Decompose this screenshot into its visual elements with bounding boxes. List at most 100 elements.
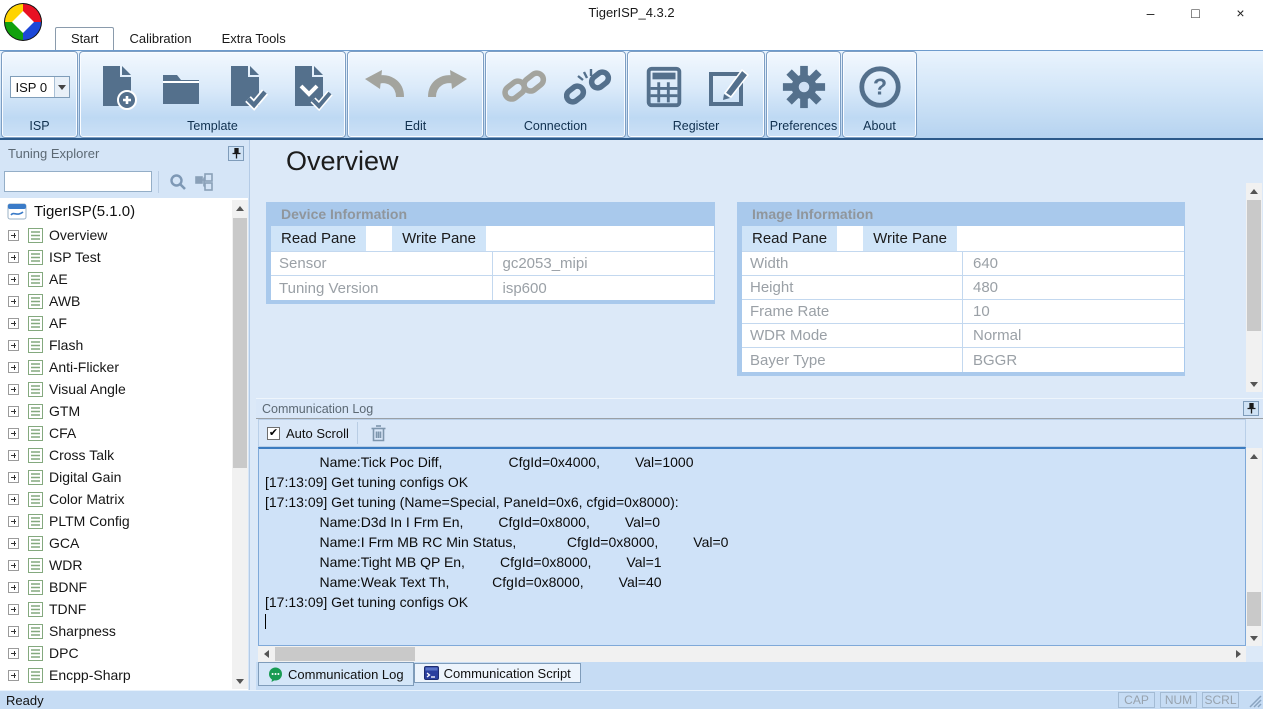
expand-icon[interactable] (8, 362, 19, 373)
expand-icon[interactable] (8, 450, 19, 461)
expand-icon[interactable] (8, 428, 19, 439)
connect-link-icon[interactable] (495, 55, 553, 119)
close-button[interactable]: × (1218, 0, 1263, 26)
tree-item-dpc[interactable]: DPC (0, 642, 248, 664)
tab-calibration[interactable]: Calibration (114, 28, 206, 50)
scrollbar-thumb[interactable] (1247, 200, 1261, 331)
tree-item-sharpness[interactable]: Sharpness (0, 620, 248, 642)
ribbon: ISP 0 ISP (0, 50, 1263, 140)
tree-item-pltm-config[interactable]: PLTM Config (0, 510, 248, 532)
tree-filter-icon[interactable] (191, 170, 217, 194)
tree-item-gtm[interactable]: GTM (0, 400, 248, 422)
expand-icon[interactable] (8, 318, 19, 329)
log-scrollbar-vertical[interactable] (1246, 448, 1262, 646)
search-input[interactable] (4, 171, 152, 192)
tab-extra-tools[interactable]: Extra Tools (207, 28, 301, 50)
tree-item-color-matrix[interactable]: Color Matrix (0, 488, 248, 510)
scroll-up-icon[interactable] (1246, 183, 1262, 199)
scroll-up-icon[interactable] (1246, 448, 1262, 464)
expand-icon[interactable] (8, 626, 19, 637)
tree-item-gca[interactable]: GCA (0, 532, 248, 554)
tree-item-cross-talk[interactable]: Cross Talk (0, 444, 248, 466)
folder-icon[interactable] (152, 55, 210, 119)
app-logo-icon (3, 2, 43, 42)
tree-item-bdnf[interactable]: BDNF (0, 576, 248, 598)
log-line: [17:13:09] Get tuning configs OK (265, 592, 1245, 612)
scrollbar-thumb[interactable] (233, 218, 247, 468)
scroll-down-icon[interactable] (1246, 376, 1262, 392)
log-scrollbar-horizontal[interactable] (258, 646, 1246, 662)
scroll-right-icon[interactable] (1230, 646, 1246, 662)
tree-item-visual-angle[interactable]: Visual Angle (0, 378, 248, 400)
scroll-up-icon[interactable] (232, 200, 248, 216)
expand-icon[interactable] (8, 538, 19, 549)
expand-icon[interactable] (8, 560, 19, 571)
tree-item-tdnf[interactable]: TDNF (0, 598, 248, 620)
tree-item-isp-test[interactable]: ISP Test (0, 246, 248, 268)
expand-icon[interactable] (8, 648, 19, 659)
minimize-button[interactable]: – (1128, 0, 1173, 26)
scrollbar-thumb[interactable] (275, 647, 415, 661)
gear-icon[interactable] (779, 55, 829, 119)
write-pane-header[interactable]: Write Pane (863, 226, 957, 251)
expand-icon[interactable] (8, 582, 19, 593)
file-check-icon[interactable] (216, 55, 274, 119)
maximize-button[interactable]: □ (1173, 0, 1218, 26)
tree-scrollbar[interactable] (232, 200, 248, 689)
scrollbar-thumb[interactable] (1247, 592, 1261, 626)
overview-scrollbar[interactable] (1246, 183, 1262, 392)
expand-icon[interactable] (8, 604, 19, 615)
question-icon[interactable]: ? (855, 55, 905, 119)
tab-communication-log[interactable]: Communication Log (258, 662, 414, 686)
tree-item-wdr[interactable]: WDR (0, 554, 248, 576)
register-edit-icon[interactable] (699, 55, 757, 119)
tab-start[interactable]: Start (55, 27, 114, 50)
tree-item-awb[interactable]: AWB (0, 290, 248, 312)
disconnect-link-icon[interactable] (559, 55, 617, 119)
pin-icon[interactable] (1243, 401, 1259, 416)
expand-icon[interactable] (8, 494, 19, 505)
trash-icon[interactable] (366, 421, 392, 445)
file-add-icon[interactable] (88, 55, 146, 119)
tree-item-anti-flicker[interactable]: Anti-Flicker (0, 356, 248, 378)
tree-item-cfa[interactable]: CFA (0, 422, 248, 444)
isp-select[interactable]: ISP 0 (10, 76, 70, 98)
scroll-down-icon[interactable] (232, 673, 248, 689)
expand-icon[interactable] (8, 384, 19, 395)
read-pane-header[interactable]: Read Pane (742, 226, 837, 251)
search-icon[interactable] (165, 170, 191, 194)
tree-item-digital-gain[interactable]: Digital Gain (0, 466, 248, 488)
tree-item-flash[interactable]: Flash (0, 334, 248, 356)
write-pane-header[interactable]: Write Pane (392, 226, 486, 251)
scroll-down-icon[interactable] (1246, 630, 1262, 646)
auto-scroll-checkbox[interactable]: ✔ (267, 427, 280, 440)
redo-icon[interactable] (419, 55, 477, 119)
tree-item-label: Visual Angle (49, 381, 126, 397)
table-row: Tuning Version isp600 (271, 276, 714, 300)
expand-icon[interactable] (8, 274, 19, 285)
expand-icon[interactable] (8, 472, 19, 483)
expand-icon[interactable] (8, 296, 19, 307)
chevron-down-icon[interactable] (54, 77, 69, 97)
row-value: isp600 (493, 276, 715, 300)
file-import-check-icon[interactable] (280, 55, 338, 119)
pin-icon[interactable] (228, 146, 244, 161)
expand-icon[interactable] (8, 230, 19, 241)
expand-icon[interactable] (8, 516, 19, 527)
expand-icon[interactable] (8, 670, 19, 681)
tree-item-ae[interactable]: AE (0, 268, 248, 290)
expand-icon[interactable] (8, 340, 19, 351)
register-table-icon[interactable] (635, 55, 693, 119)
tree-item-overview[interactable]: Overview (0, 224, 248, 246)
scroll-left-icon[interactable] (258, 646, 274, 662)
tree-item-af[interactable]: AF (0, 312, 248, 334)
resize-grip-icon[interactable] (1248, 694, 1262, 708)
group-label-preferences: Preferences (770, 119, 837, 136)
expand-icon[interactable] (8, 406, 19, 417)
read-pane-header[interactable]: Read Pane (271, 226, 366, 251)
tree-item-encpp-sharp[interactable]: Encpp-Sharp (0, 664, 248, 686)
tab-communication-script[interactable]: Communication Script (414, 663, 581, 683)
undo-icon[interactable] (355, 55, 413, 119)
tree-root-item[interactable]: TigerISP(5.1.0) (0, 198, 248, 224)
expand-icon[interactable] (8, 252, 19, 263)
